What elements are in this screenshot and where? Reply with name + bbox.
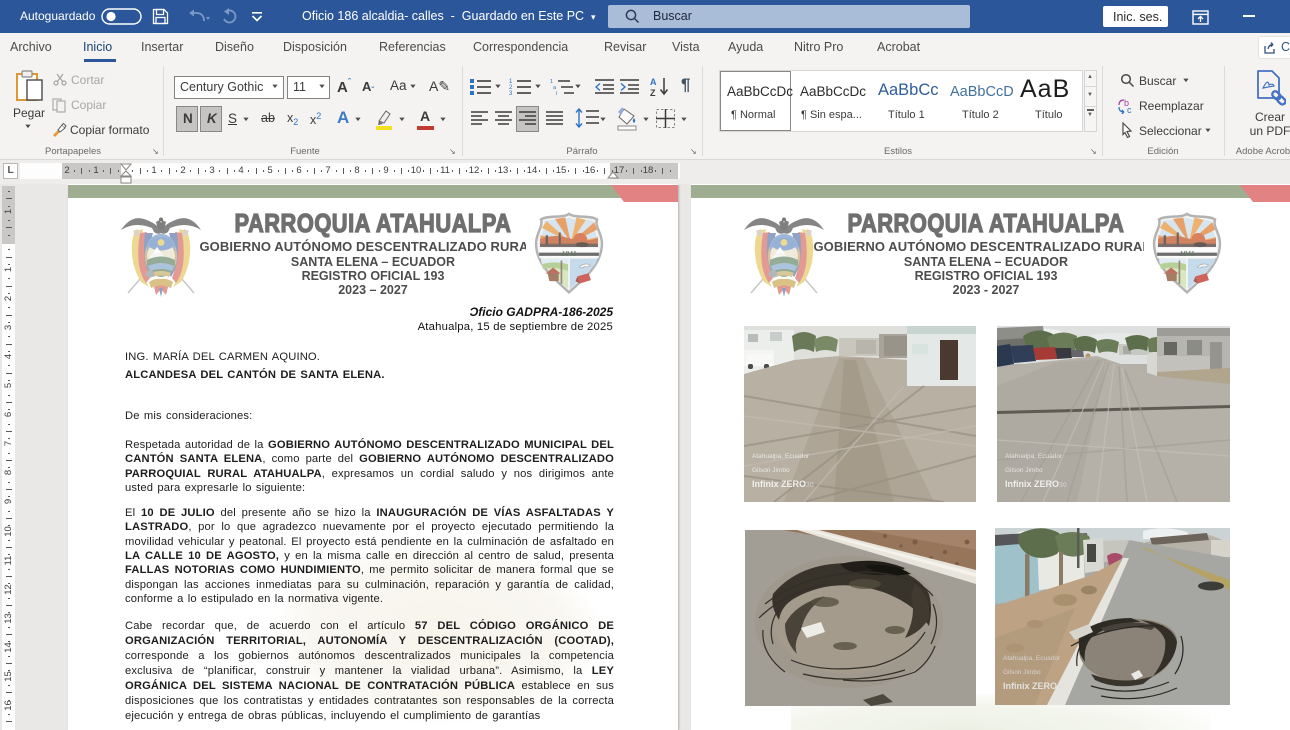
svg-text:Atahualpa, Ecuador: Atahualpa, Ecuador <box>1003 655 1061 662</box>
svg-text:Gilson Jimbo: Gilson Jimbo <box>752 467 790 474</box>
svg-text:1841: 1841 <box>1180 249 1195 258</box>
svg-text:Infinix ZERO30: Infinix ZERO30 <box>1005 479 1067 489</box>
svg-text:3: 3 <box>509 91 513 96</box>
svg-text:Gilson Jimbo: Gilson Jimbo <box>1005 467 1043 474</box>
svg-text:1841: 1841 <box>562 249 577 258</box>
svg-text:A: A <box>650 77 657 87</box>
svg-text:Infinix ZERO30: Infinix ZERO30 <box>1003 681 1065 691</box>
svg-text:Gilson Jimbo: Gilson Jimbo <box>1003 669 1041 676</box>
svg-text:Infinix ZERO30: Infinix ZERO30 <box>752 479 814 489</box>
svg-text:Atahualpa, Ecuador: Atahualpa, Ecuador <box>1005 453 1063 460</box>
svg-text:i: i <box>556 91 557 96</box>
svg-text:Atahualpa, Ecuador: Atahualpa, Ecuador <box>752 453 810 460</box>
svg-text:c: c <box>1127 105 1132 114</box>
svg-text:Z: Z <box>650 88 656 97</box>
